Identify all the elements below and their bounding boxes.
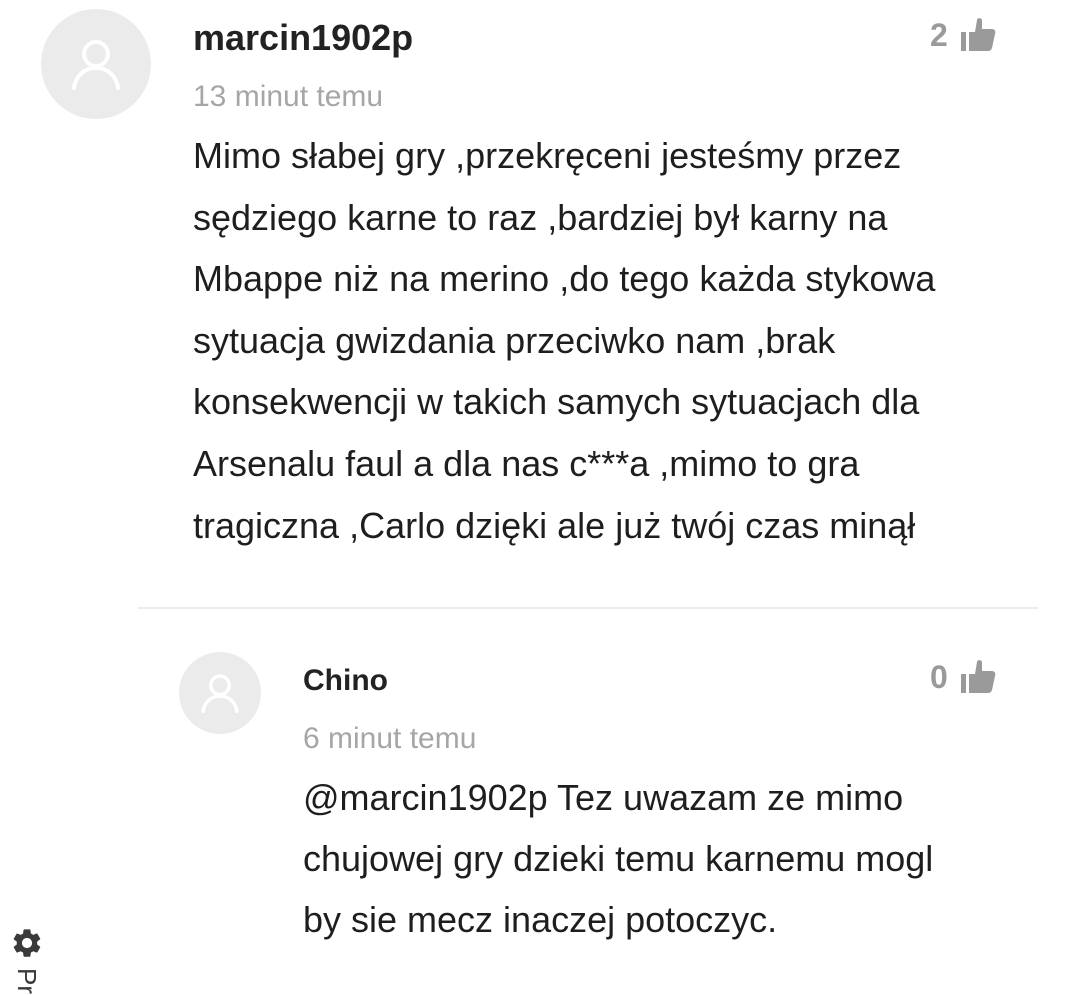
comment-line: Arsenalu faul a dla nas c***a ,mimo to g… xyxy=(193,442,860,484)
comment-line: chujowej gry dzieki temu karnemu mogl xyxy=(303,838,934,879)
avatar xyxy=(179,652,261,734)
comment-line: sędziego karne to raz ,bardziej był karn… xyxy=(193,196,888,238)
like-button[interactable]: 0 xyxy=(930,655,996,699)
user-icon xyxy=(72,40,120,90)
privacy-tab-label: Pr xyxy=(12,968,42,994)
gear-icon xyxy=(13,929,41,957)
comment-author[interactable]: marcin1902p xyxy=(193,16,413,60)
privacy-settings-tab[interactable]: Pr xyxy=(6,924,46,995)
comment-line: @marcin1902p Tez uwazam ze mimo xyxy=(303,777,904,818)
user-icon xyxy=(201,674,239,714)
thumbs-up-icon xyxy=(960,660,996,693)
comment-author[interactable]: Chino xyxy=(303,661,388,701)
thumbs-up-icon xyxy=(960,18,996,51)
comment-timestamp: 13 minut temu xyxy=(193,80,384,113)
like-button[interactable]: 2 xyxy=(930,13,996,57)
comment-body: Mimo słabej gry ,przekręceni jesteśmy pr… xyxy=(193,125,1073,556)
comment-body: @marcin1902p Tez uwazam ze mimo chujowej… xyxy=(303,767,1073,950)
like-count: 0 xyxy=(930,658,948,695)
comment-line: konsekwencji w takich samych sytuacjach … xyxy=(193,381,920,423)
avatar xyxy=(41,9,151,119)
comment-line: Mbappe niż na merino ,do tego każda styk… xyxy=(193,258,936,300)
like-count: 2 xyxy=(930,16,948,53)
comment-line: Mimo słabej gry ,przekręceni jesteśmy pr… xyxy=(193,135,902,176)
divider xyxy=(138,607,1038,609)
comment-line: tragiczna ,Carlo dzięki ale już twój cza… xyxy=(193,504,916,546)
comment-line: sytuacja gwizdania przeciwko nam ,brak xyxy=(193,319,836,361)
comment-timestamp: 6 minut temu xyxy=(303,722,477,755)
comment-line: by sie mecz inaczej potoczyc. xyxy=(303,899,778,940)
